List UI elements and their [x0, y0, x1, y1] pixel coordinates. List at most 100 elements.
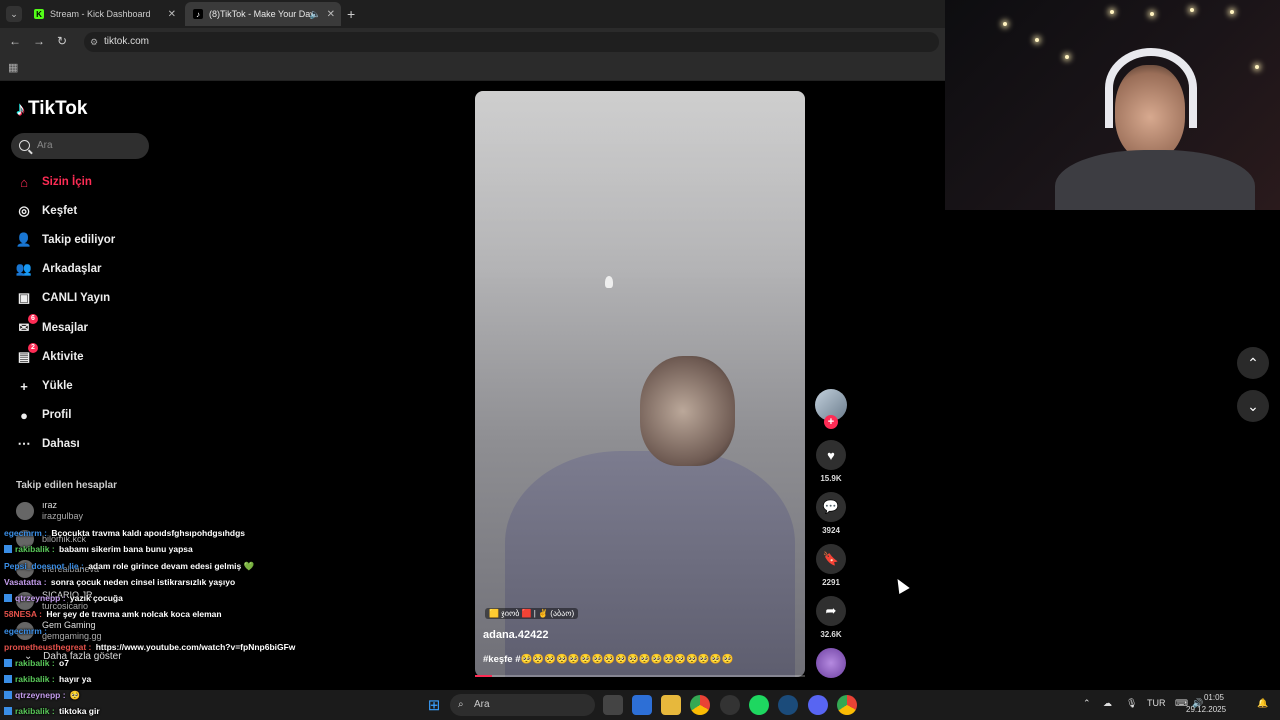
notification-badge: 6 — [28, 314, 38, 324]
follow-plus-icon[interactable]: + — [824, 415, 838, 429]
chat-text: https://www.youtube.com/watch?v=fpNnp6bi… — [93, 642, 296, 652]
discord-icon[interactable] — [808, 695, 828, 715]
apps-icon[interactable]: ▦ — [8, 61, 18, 74]
sidebar-item-label: Aktivite — [42, 351, 84, 363]
logo-text: TikTok — [28, 98, 88, 119]
chat-message: 58NESA : Her şey de travma amk nolcak ko… — [4, 609, 222, 619]
sidebar-item-following[interactable]: 👤 Takip ediliyor — [16, 230, 115, 250]
headphones — [1105, 48, 1197, 128]
chat-text: babamı sikerim bana bunu yapsa — [56, 544, 193, 554]
account-text: Gem Gaming gemgaming.gg — [42, 620, 102, 642]
sidebar-item-label: Takip ediliyor — [42, 234, 116, 246]
next-video-button[interactable]: ⌄ — [1237, 390, 1269, 422]
save-action[interactable]: 🔖 2291 — [815, 544, 847, 587]
sidebar-item-activity[interactable]: ▤ 2 Aktivite — [16, 343, 84, 367]
share-icon[interactable]: ➦ — [816, 596, 846, 626]
address-bar[interactable]: ⚙ tiktok.com — [84, 32, 939, 52]
chat-text: tiktoka gir — [56, 706, 100, 716]
like-action[interactable]: ♥ 15.9K — [815, 440, 847, 483]
share-count: 32.6K — [820, 630, 842, 639]
sidebar-item-label: CANLI Yayın — [42, 292, 111, 304]
clock-date: 29.12.2025 — [1186, 705, 1227, 714]
search-placeholder: Ara — [37, 140, 53, 151]
comment-icon[interactable]: 💬 — [816, 492, 846, 522]
tiktok-logo[interactable]: ♪ TikTok — [16, 98, 87, 120]
sidebar-item-messages[interactable]: ✉ 6 Mesajlar — [16, 314, 88, 338]
video-progress-fill — [475, 675, 492, 677]
share-action[interactable]: ➦ 32.6K — [815, 596, 847, 639]
taskbar-search[interactable]: ⌕ Ara — [450, 694, 595, 716]
tab-kick-dashboard[interactable]: K Stream - Kick Dashboard ✕ — [26, 2, 182, 26]
chrome-icon[interactable] — [690, 695, 710, 715]
windows-start-icon[interactable]: ⊞ — [424, 695, 444, 715]
obs-icon[interactable] — [720, 695, 740, 715]
search-input[interactable]: Ara — [11, 133, 149, 159]
tray-expand-icon[interactable]: ⌃ — [1083, 698, 1091, 709]
sidebar-item-more[interactable]: ⋯ Dahası — [16, 434, 80, 454]
sidebar-item-label: Keşfet — [42, 205, 78, 217]
chat-username: qtrzeynepp : — [15, 593, 66, 603]
compass-icon: ◎ — [18, 203, 30, 218]
spotify-icon[interactable] — [749, 695, 769, 715]
chat-text: hayır ya — [56, 674, 92, 684]
onedrive-icon[interactable]: ☁ — [1103, 698, 1112, 709]
file-explorer-icon[interactable] — [661, 695, 681, 715]
close-tab-icon[interactable]: ✕ — [168, 9, 176, 20]
chat-username: Pepsi_doesnot_lie : — [4, 561, 84, 571]
tab-tiktok[interactable]: ♪ (8)TikTok - Make Your Day 🔈 ✕ — [185, 2, 341, 26]
close-tab-icon[interactable]: ✕ — [327, 9, 335, 20]
back-icon[interactable]: ← — [9, 34, 21, 48]
forward-icon[interactable]: → — [33, 34, 45, 48]
chat-username: rakibalik : — [15, 544, 55, 554]
video-person-body — [505, 451, 795, 677]
language-indicator[interactable]: TUR — [1147, 698, 1166, 708]
chat-username: qtrzeynepp : — [15, 690, 66, 700]
store-icon[interactable] — [632, 695, 652, 715]
messages-icon: ✉ 6 — [16, 314, 38, 336]
site-info-icon[interactable]: ⚙ — [90, 32, 98, 52]
chat-badge-icon — [4, 707, 12, 715]
tab-list-icon[interactable]: ⌄ — [6, 6, 22, 22]
chat-message: qtrzeynepp : yazık çocuğa — [4, 593, 123, 603]
music-disc-icon[interactable] — [816, 648, 846, 678]
system-clock[interactable]: 01:05 29.12.2025 — [1186, 692, 1227, 716]
tiktok-favicon-icon: ♪ — [193, 9, 203, 19]
notification-icon[interactable]: 🔔 — [1257, 698, 1268, 709]
activity-icon: ▤ 2 — [16, 343, 38, 365]
chrome-active-icon[interactable] — [837, 695, 857, 715]
chat-text: 🥺 — [67, 690, 81, 700]
chat-text: adam role girince devam edesi gelmiş 💚 — [85, 561, 255, 571]
speaker-icon[interactable]: 🔈 — [310, 9, 321, 20]
following-icon: 👤 — [15, 232, 33, 247]
tab-label: (8)TikTok - Make Your Day — [209, 9, 315, 19]
sidebar-item-upload[interactable]: + Yükle — [16, 376, 72, 396]
bookmark-icon[interactable]: 🔖 — [816, 544, 846, 574]
chat-text: Bçocukta travma kaldı apoıdsfghsıpohdgsı… — [49, 528, 246, 538]
steam-icon[interactable] — [778, 695, 798, 715]
sidebar-item-live[interactable]: ▣ CANLI Yayın — [16, 288, 110, 308]
task-view-icon[interactable] — [603, 695, 623, 715]
video-author[interactable]: adana.42422 — [483, 629, 548, 641]
like-count: 15.9K — [820, 474, 842, 483]
sidebar-item-home[interactable]: ⌂ Sizin İçin — [16, 172, 92, 192]
reload-icon[interactable]: ↻ — [57, 34, 67, 48]
chat-message: Vasatatta : sonra çocuk neden cinsel ist… — [4, 577, 235, 587]
sidebar-item-friends[interactable]: 👥 Arkadaşlar — [16, 259, 102, 279]
account-username: gemgaming.gg — [42, 631, 102, 641]
chat-username: rakibalik : — [15, 658, 55, 668]
heart-icon[interactable]: ♥ — [816, 440, 846, 470]
video-progress-bar[interactable] — [475, 675, 805, 677]
new-tab-button[interactable]: + — [347, 6, 355, 22]
video-person-head — [640, 356, 735, 466]
followed-account[interactable]: ıraz irazgulbay — [16, 500, 83, 522]
sidebar-item-compass[interactable]: ◎ Keşfet — [16, 201, 77, 221]
video-player[interactable]: 🟨 ჯიობ 🟥 | ✌ (აბაო) adana.42422 #keşfe #… — [475, 91, 805, 677]
microphone-icon[interactable]: 🎙 — [1126, 698, 1137, 709]
account-name: Gem Gaming — [42, 620, 96, 630]
comment-action[interactable]: 💬 3924 — [815, 492, 847, 535]
previous-video-button[interactable]: ⌃ — [1237, 347, 1269, 379]
chat-message: prometheusthegreat : https://www.youtube… — [4, 642, 295, 652]
save-count: 2291 — [822, 578, 840, 587]
sidebar-item-profile[interactable]: ● Profil — [16, 405, 71, 425]
chat-badge-icon — [4, 594, 12, 602]
